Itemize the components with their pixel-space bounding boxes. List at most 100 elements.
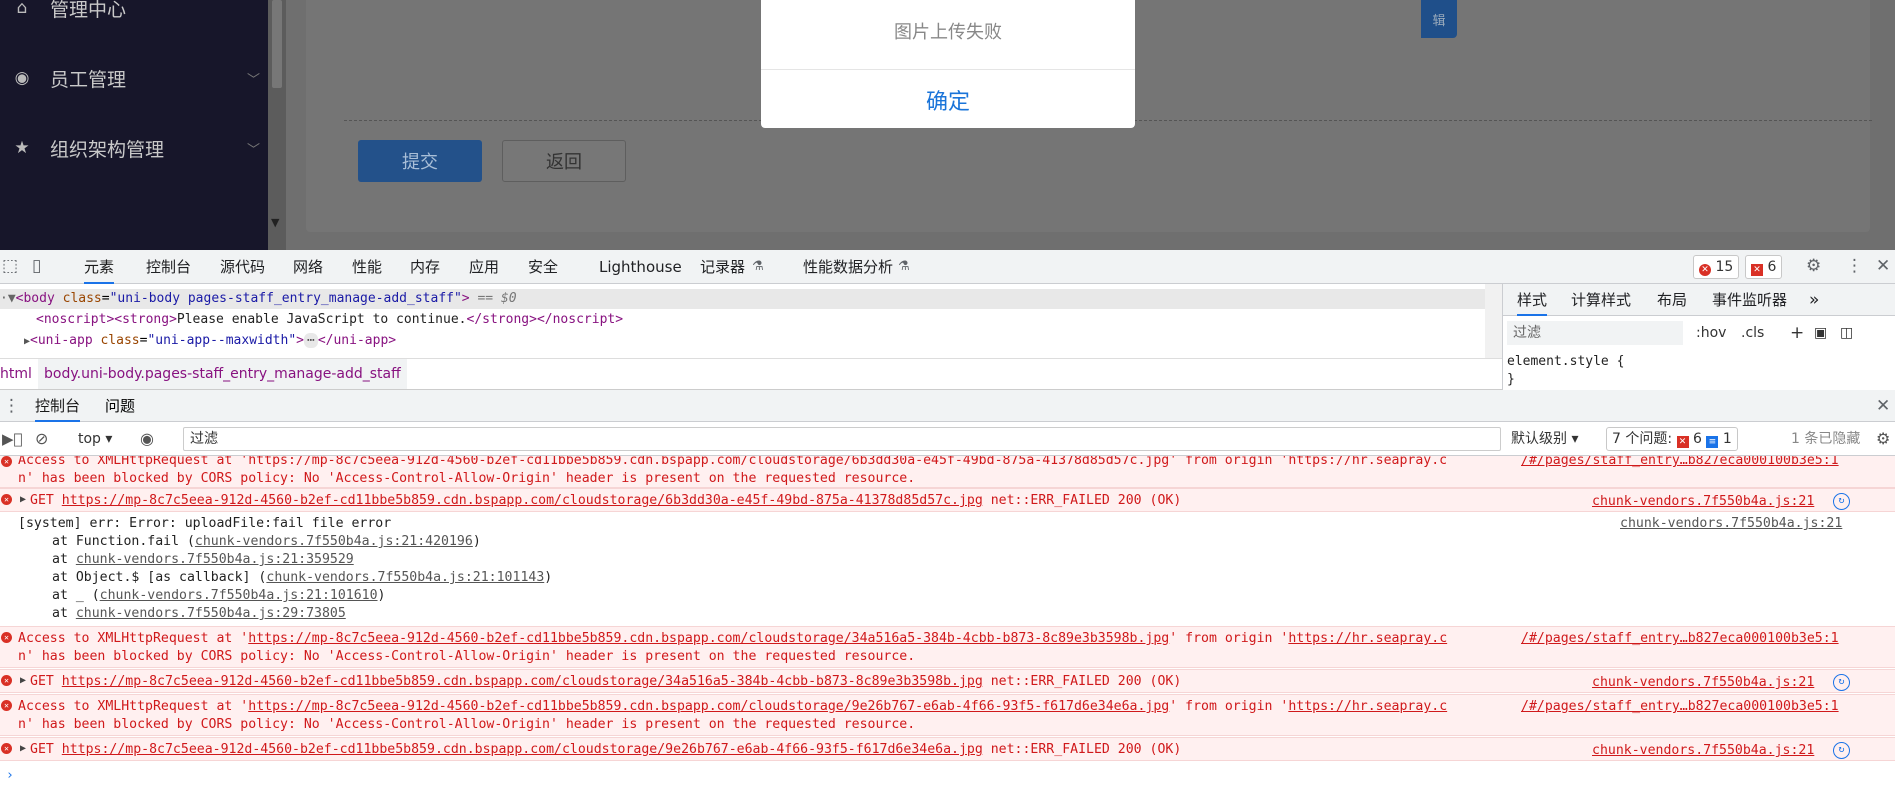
elements-scrollbar[interactable]	[1485, 284, 1502, 358]
modal-confirm-button[interactable]: 确定	[761, 84, 1135, 116]
source-link[interactable]: /#/pages/staff_entry…b827eca000100b3e5:1	[1521, 456, 1839, 470]
stack-link[interactable]: chunk-vendors.7f550b4a.js:21:101610	[100, 588, 378, 603]
tab-memory[interactable]: 内存	[410, 250, 440, 284]
back-button[interactable]: 返回	[502, 140, 626, 182]
source-link[interactable]: /#/pages/staff_entry…b827eca000100b3e5:1	[1521, 698, 1839, 716]
paint-icon[interactable]: ▣	[1814, 321, 1827, 345]
more-vertical-icon[interactable]: ⋮	[1846, 256, 1863, 276]
sidebar-item-label: 管理中心	[50, 0, 127, 21]
context-select[interactable]: top ▾	[78, 422, 112, 456]
sidebar-scrollbar-thumb[interactable]	[272, 0, 282, 88]
sidebar-toggle-icon[interactable]: ◫	[1840, 321, 1853, 345]
chevron-down-icon: ﹀	[246, 72, 260, 88]
request-url-link[interactable]: https://mp-8c7c5eea-912d-4560-b2ef-cd11b…	[62, 742, 983, 757]
close-icon[interactable]: ✕	[1876, 396, 1890, 416]
expand-triangle-icon[interactable]: ▶	[20, 743, 26, 754]
request-url-link[interactable]: https://mp-8c7c5eea-912d-4560-b2ef-cd11b…	[62, 493, 983, 508]
cls-toggle[interactable]: .cls	[1741, 321, 1764, 345]
source-link[interactable]: /#/pages/staff_entry…b827eca000100b3e5:1	[1521, 630, 1839, 648]
add-rule-icon[interactable]: +	[1790, 321, 1804, 345]
stack-link[interactable]: chunk-vendors.7f550b4a.js:21:101143	[266, 570, 544, 585]
eye-icon[interactable]: ◉	[140, 422, 154, 456]
clear-console-icon[interactable]: ⊘	[35, 422, 48, 456]
source-link[interactable]: chunk-vendors.7f550b4a.js:21	[1592, 742, 1814, 760]
console-error-message[interactable]: ✕ ▶ GET https://mp-8c7c5eea-912d-4560-b2…	[0, 669, 1895, 693]
console-error-message[interactable]: ✕ Access to XMLHttpRequest at 'https://m…	[0, 694, 1895, 736]
inspect-element-icon[interactable]: ⬚	[2, 256, 18, 276]
app-viewport: ⌂ 管理中心 ◉ 员工管理 ﹀ ★ 组织架构管理 ﹀ ▼ 提交 返回 辑 图片上…	[0, 0, 1895, 250]
close-icon[interactable]: ✕	[1876, 256, 1890, 276]
sidebar-item-org[interactable]: ★ 组织架构管理 ﹀	[0, 130, 268, 166]
issues-button[interactable]: 7 个问题: ✕ 6 ≡ 1	[1606, 427, 1738, 451]
breadcrumb: html body.uni-body.pages-staff_entry_man…	[0, 358, 1502, 390]
tab-elements[interactable]: 元素	[84, 250, 115, 284]
chevron-down-icon: ﹀	[246, 142, 260, 158]
more-tabs-icon[interactable]: »	[1809, 284, 1819, 316]
tab-event-listeners[interactable]: 事件监听器	[1712, 284, 1787, 316]
dom-node-uni-app[interactable]: ▶<uni-app class="uni-app--maxwidth"> ⋯ </u…	[24, 331, 396, 351]
console-error-message[interactable]: ✕ Access to XMLHttpRequest at 'https://m…	[0, 626, 1895, 668]
device-toggle-icon[interactable]: ▯	[32, 256, 41, 276]
network-request-icon[interactable]: ↻	[1833, 674, 1850, 691]
expand-triangle-icon[interactable]: ▶	[20, 494, 26, 505]
request-url-link[interactable]: https://mp-8c7c5eea-912d-4560-b2ef-cd11b…	[248, 631, 1169, 646]
more-vertical-icon[interactable]: ⋮	[3, 396, 20, 416]
origin-link[interactable]: https://hr.seapray.c	[1288, 699, 1447, 714]
tab-network[interactable]: 网络	[293, 250, 323, 284]
hov-toggle[interactable]: :hov	[1696, 321, 1726, 345]
log-level-select[interactable]: 默认级别 ▾	[1511, 422, 1578, 456]
tab-layout[interactable]: 布局	[1657, 284, 1687, 316]
error-count-badge[interactable]: ✕ 15	[1693, 255, 1740, 279]
gear-icon[interactable]: ⚙	[1806, 256, 1821, 276]
breadcrumb-html[interactable]: html	[0, 359, 32, 389]
console-log-message[interactable]: [system] err: Error: uploadFile:fail fil…	[0, 513, 1895, 625]
origin-link[interactable]: https://hr.seapray.c	[1288, 631, 1447, 646]
sidebar-toggle-icon[interactable]: ▶⃞	[2, 422, 23, 456]
dom-node-noscript[interactable]: <noscript><strong>Please enable JavaScri…	[36, 310, 623, 330]
request-url-link[interactable]: https://mp-8c7c5eea-912d-4560-b2ef-cd11b…	[62, 674, 983, 689]
scroll-down-arrow-icon[interactable]: ▼	[271, 216, 279, 229]
sidebar-item-label: 组织架构管理	[50, 138, 165, 161]
tab-computed[interactable]: 计算样式	[1571, 284, 1631, 316]
tab-console[interactable]: 控制台	[146, 250, 191, 284]
console-error-message[interactable]: ✕ ▶ GET https://mp-8c7c5eea-912d-4560-b2…	[0, 737, 1895, 761]
dom-node-body[interactable]: ·▼<body class="uni-body pages-staff_entr…	[0, 289, 1485, 309]
edit-button[interactable]: 辑	[1421, 0, 1457, 38]
breadcrumb-body[interactable]: body.uni-body.pages-staff_entry_manage-a…	[38, 359, 407, 389]
drawer-tab-issues[interactable]: 问题	[105, 390, 135, 422]
gear-icon[interactable]: ⚙	[1876, 422, 1890, 456]
tab-recorder[interactable]: 记录器	[700, 250, 745, 284]
submit-button[interactable]: 提交	[358, 140, 482, 182]
source-link[interactable]: chunk-vendors.7f550b4a.js:21	[1620, 515, 1842, 533]
network-request-icon[interactable]: ↻	[1833, 742, 1850, 759]
console-prompt[interactable]: ›	[0, 766, 1895, 788]
expand-triangle-icon[interactable]: ▶	[20, 675, 26, 686]
console-error-message[interactable]: ✕ Access to XMLHttpRequest at 'https://m…	[0, 456, 1895, 488]
console-toolbar: ▶⃞ ⊘ top ▾ ◉ 过滤 默认级别 ▾ 7 个问题: ✕ 6 ≡ 1 1 …	[0, 422, 1895, 456]
tab-performance[interactable]: 性能	[352, 250, 382, 284]
stack-link[interactable]: chunk-vendors.7f550b4a.js:21:359529	[76, 552, 354, 567]
source-link[interactable]: chunk-vendors.7f550b4a.js:21	[1592, 674, 1814, 692]
elements-tree: ·▼<body class="uni-body pages-staff_entr…	[0, 284, 1502, 358]
drawer-tabbar: ⋮ 控制台 问题 ✕	[0, 390, 1895, 422]
sidebar-item-staff[interactable]: ◉ 员工管理 ﹀	[0, 60, 268, 96]
warning-count-badge[interactable]: ✕ 6	[1745, 255, 1783, 279]
tab-sources[interactable]: 源代码	[220, 250, 265, 284]
element-style-rule[interactable]: element.style {	[1507, 354, 1624, 369]
stack-link[interactable]: chunk-vendors.7f550b4a.js:21:420196	[195, 534, 473, 549]
tab-styles[interactable]: 样式	[1517, 284, 1548, 316]
request-url-link[interactable]: https://mp-8c7c5eea-912d-4560-b2ef-cd11b…	[248, 699, 1169, 714]
source-link[interactable]: chunk-vendors.7f550b4a.js:21	[1592, 493, 1814, 511]
console-filter-input[interactable]: 过滤	[183, 427, 1501, 451]
styles-filter-input[interactable]: 过滤	[1507, 321, 1683, 345]
tab-application[interactable]: 应用	[469, 250, 499, 284]
styles-tabbar: 样式 计算样式 布局 事件监听器 »	[1503, 284, 1895, 316]
network-request-icon[interactable]: ↻	[1833, 493, 1850, 510]
sidebar-item-management-center[interactable]: ⌂ 管理中心	[0, 0, 268, 26]
stack-link[interactable]: chunk-vendors.7f550b4a.js:29:73805	[76, 606, 346, 621]
tab-lighthouse[interactable]: Lighthouse	[599, 250, 682, 284]
tab-performance-insights[interactable]: 性能数据分析	[803, 250, 893, 284]
console-error-message[interactable]: ✕ ▶ GET https://mp-8c7c5eea-912d-4560-b2…	[0, 488, 1895, 512]
drawer-tab-console[interactable]: 控制台	[35, 390, 81, 422]
tab-security[interactable]: 安全	[528, 250, 558, 284]
